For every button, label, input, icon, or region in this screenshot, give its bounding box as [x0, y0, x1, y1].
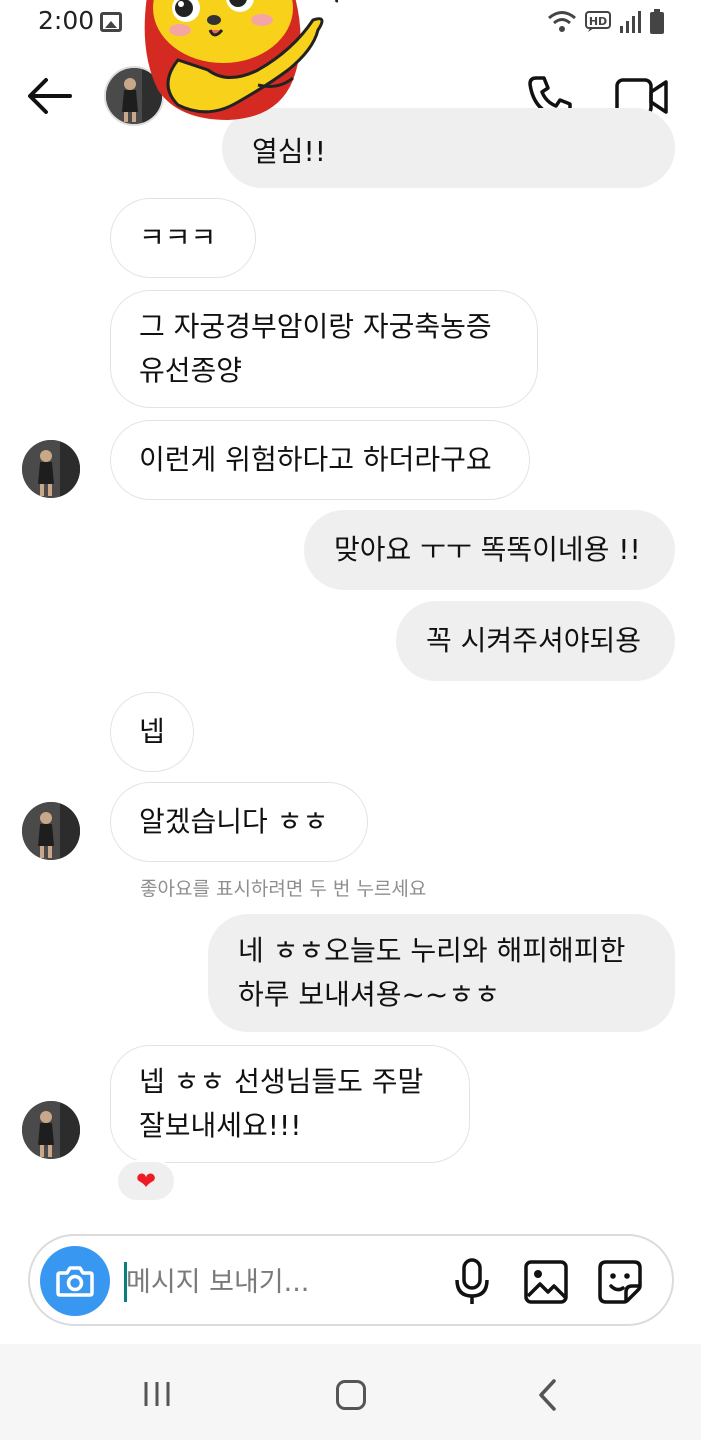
system-nav-bar	[0, 1344, 701, 1440]
message-bubble-incoming[interactable]: 그 자궁경부암이랑 자궁축농증 유선종양	[110, 290, 538, 408]
like-hint: 좋아요를 표시하려면 두 번 누르세요	[140, 878, 427, 900]
message-bubble-incoming[interactable]: 넵	[110, 692, 194, 772]
message-input[interactable]	[126, 1256, 426, 1308]
gallery-icon	[100, 12, 122, 32]
recent-apps-icon[interactable]	[140, 1380, 174, 1408]
message-bubble-incoming[interactable]: 알겠습니다 ㅎㅎ	[110, 782, 368, 862]
back-icon[interactable]	[536, 1378, 560, 1412]
image-icon[interactable]	[522, 1258, 570, 1306]
sticker-icon[interactable]	[596, 1258, 644, 1306]
wifi-icon	[548, 11, 576, 32]
camera-button[interactable]	[40, 1246, 110, 1316]
sender-avatar[interactable]	[22, 440, 80, 498]
message-bubble-outgoing[interactable]: 네 ㅎㅎ오늘도 누리와 해피해피한 하루 보내셔용~~ㅎㅎ	[208, 914, 675, 1032]
message-text: 알겠습니다 ㅎㅎ	[139, 805, 329, 838]
message-text: 이런게 위험하다고 하더라구요	[139, 443, 492, 476]
message-text: 네 ㅎㅎ오늘도 누리와 해피해피한 하루 보내셔용~~ㅎㅎ	[238, 934, 626, 1011]
message-bubble-outgoing[interactable]: 열심!!	[222, 108, 675, 188]
battery-icon	[650, 9, 664, 34]
message-bubble-incoming[interactable]: 넵 ㅎㅎ 선생님들도 주말 잘보내세요!!!	[110, 1045, 470, 1163]
message-text: 넵 ㅎㅎ 선생님들도 주말 잘보내세요!!!	[139, 1065, 424, 1142]
message-bubble-outgoing[interactable]: 맞아요 ㅜㅜ 똑똑이네용 !!	[304, 510, 675, 590]
heart-icon: ❤	[135, 1167, 157, 1195]
sender-avatar[interactable]	[22, 802, 80, 860]
status-time: 2:00	[38, 6, 95, 35]
sender-avatar[interactable]	[22, 1101, 80, 1159]
home-icon[interactable]	[336, 1380, 366, 1410]
message-text: 꼭 시켜주셔야되용	[426, 624, 641, 657]
camera-icon	[56, 1266, 94, 1297]
signal-icon	[620, 11, 641, 33]
microphone-icon[interactable]	[452, 1256, 492, 1308]
heart-reaction[interactable]: ❤	[116, 1160, 176, 1202]
status-icons: HD	[547, 8, 665, 36]
message-text: 열심!!	[252, 135, 326, 168]
message-text: 맞아요 ㅜㅜ 똑똑이네용 !!	[334, 533, 641, 566]
message-bubble-outgoing[interactable]: 꼭 시켜주셔야되용	[396, 601, 675, 681]
message-text: 그 자궁경부암이랑 자궁축농증 유선종양	[139, 310, 492, 387]
message-composer	[28, 1234, 674, 1326]
message-bubble-incoming[interactable]: 이런게 위험하다고 하더라구요	[110, 420, 530, 500]
message-text: 넵	[139, 715, 165, 748]
message-text: ㅋㅋㅋ	[139, 221, 217, 254]
message-bubble-incoming[interactable]: ㅋㅋㅋ	[110, 198, 256, 278]
hd-label: HD	[589, 15, 607, 28]
back-arrow-icon[interactable]	[24, 72, 76, 120]
hd-voice-icon: HD	[585, 11, 611, 32]
status-bar: 2:00 HD	[0, 0, 701, 46]
profile-avatar[interactable]	[104, 66, 164, 126]
